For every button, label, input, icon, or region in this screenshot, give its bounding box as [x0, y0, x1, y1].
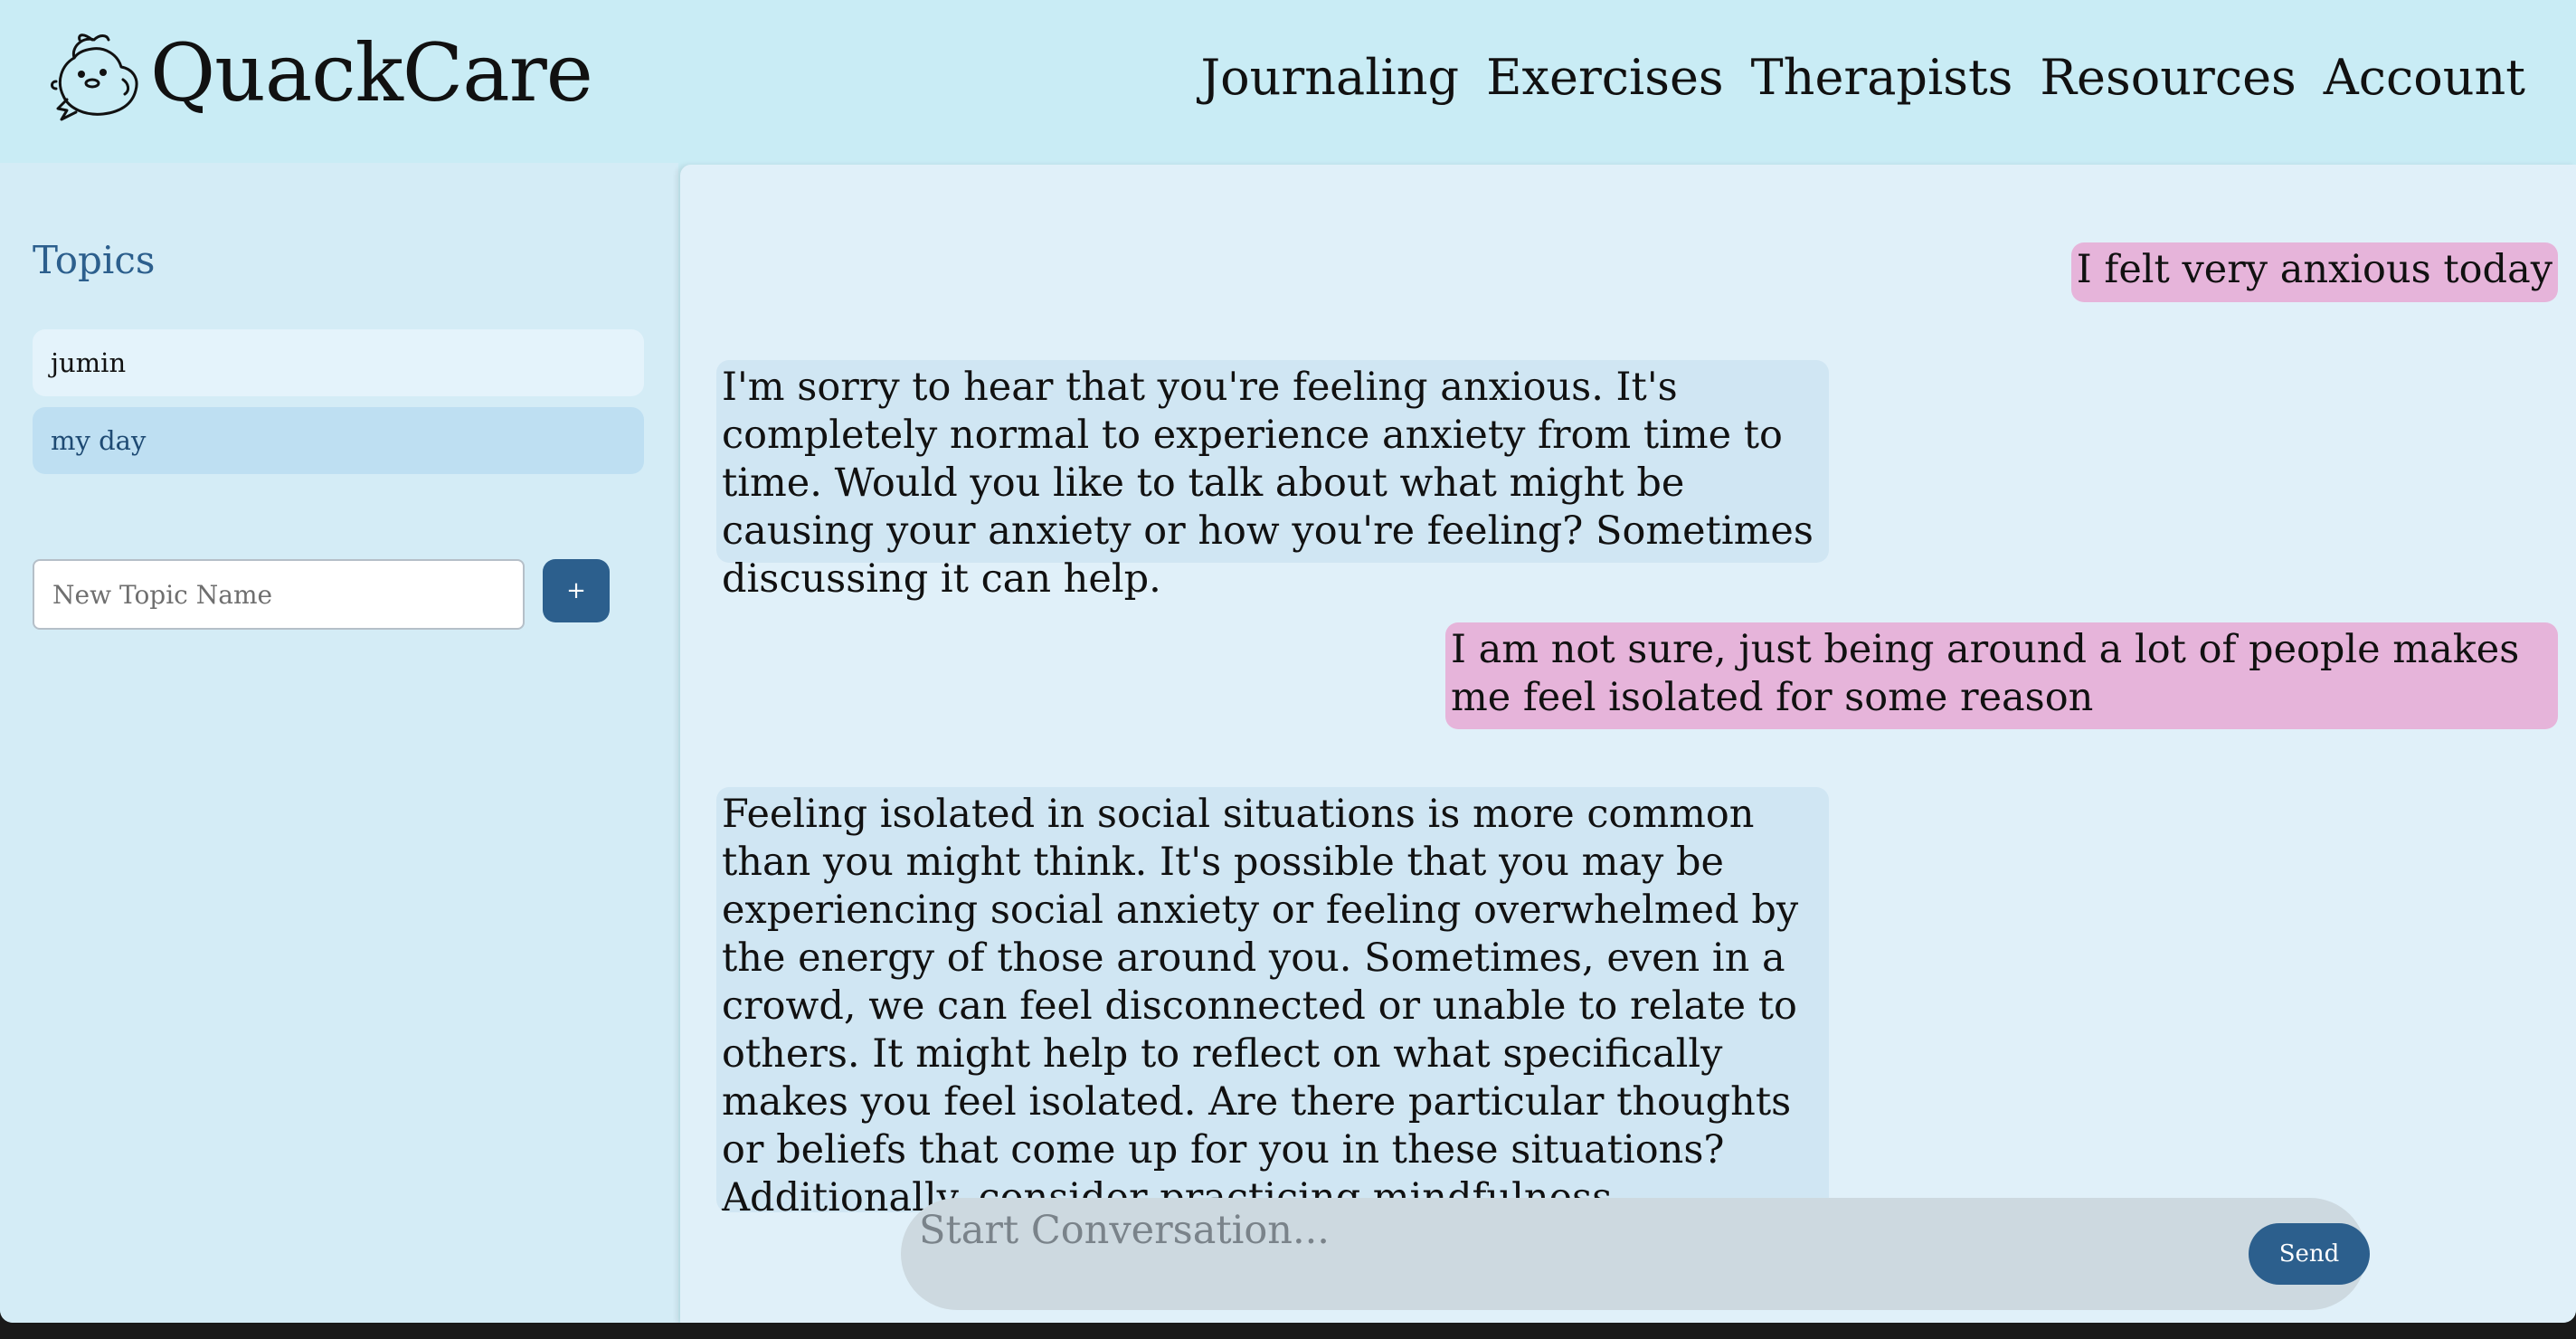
nav-account[interactable]: Account [2324, 43, 2525, 112]
message-list[interactable]: I felt very anxious today I'm sorry to h… [680, 165, 2576, 1212]
nav-journaling[interactable]: Journaling [1201, 43, 1460, 112]
assistant-message: Feeling isolated in social situations is… [716, 787, 1829, 1212]
app-window: QuackCare Journaling Exercises Therapist… [0, 0, 2576, 1323]
main-nav: Journaling Exercises Therapists Resource… [1201, 43, 2526, 112]
chat-panel: I felt very anxious today I'm sorry to h… [680, 165, 2576, 1323]
message-composer: Send [901, 1198, 2370, 1310]
new-topic-input[interactable] [33, 559, 525, 630]
user-message: I felt very anxious today [2070, 242, 2558, 302]
header: QuackCare Journaling Exercises Therapist… [0, 0, 2576, 163]
assistant-message: I'm sorry to hear that you're feeling an… [716, 360, 1829, 602]
topic-item-my-day[interactable]: my day [33, 407, 644, 474]
brand-name[interactable]: QuackCare [150, 24, 593, 123]
nav-resources[interactable]: Resources [2040, 43, 2296, 112]
duck-icon [51, 33, 138, 121]
nav-therapists[interactable]: Therapists [1751, 43, 2013, 112]
user-message: I am not sure, just being around a lot o… [1445, 622, 2558, 729]
add-topic-button[interactable]: + [543, 559, 610, 622]
nav-exercises[interactable]: Exercises [1486, 43, 1724, 112]
message-input[interactable] [917, 1198, 2169, 1263]
topics-heading: Topics [33, 238, 156, 282]
topics-sidebar: Topics jumin my day + [0, 163, 678, 1323]
send-button[interactable]: Send [2249, 1223, 2370, 1285]
topic-item-jumin[interactable]: jumin [33, 329, 644, 396]
